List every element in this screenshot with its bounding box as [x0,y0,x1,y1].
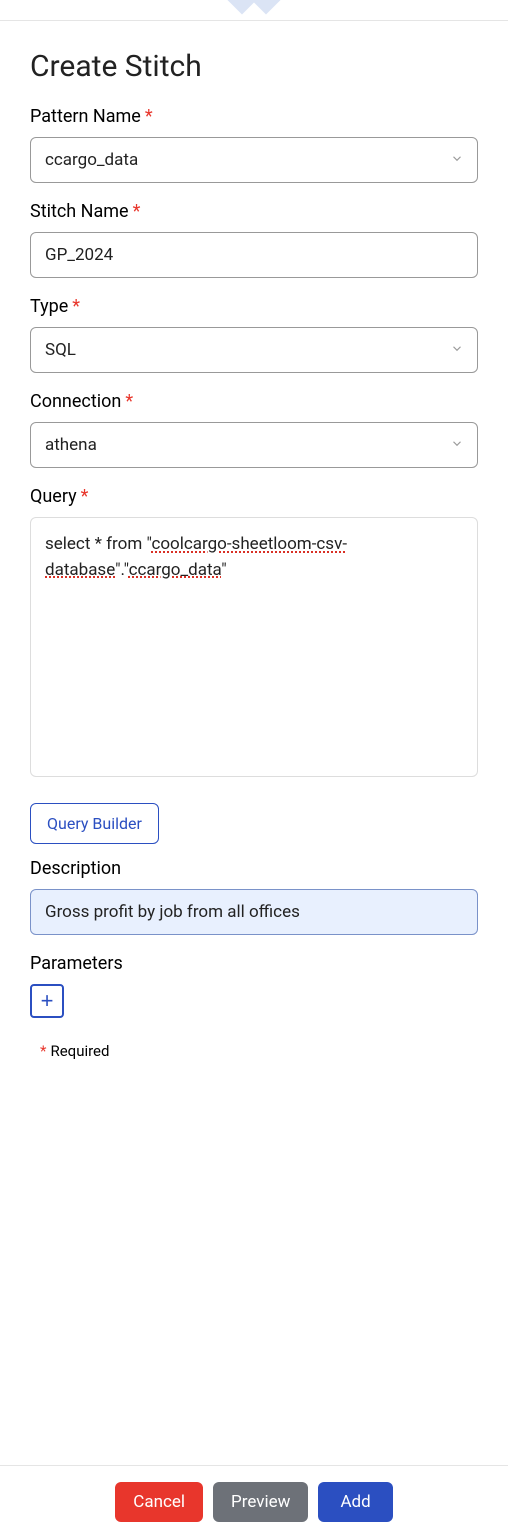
query-textarea[interactable]: select * from "coolcargo-sheetloom-csv-d… [30,517,478,777]
page-title: Create Stitch [30,49,478,84]
pattern-name-label: Pattern Name* [30,106,478,127]
connection-label: Connection* [30,391,478,412]
description-input[interactable] [30,889,478,935]
description-label: Description [30,858,478,879]
cancel-button[interactable]: Cancel [115,1482,203,1522]
add-parameter-button[interactable]: + [30,984,64,1018]
connection-select[interactable]: athena [30,422,478,468]
top-logo-decoration [0,0,508,20]
pattern-name-select[interactable]: ccargo_data [30,137,478,183]
stitch-name-label: Stitch Name* [30,201,478,222]
query-builder-button[interactable]: Query Builder [30,803,159,844]
preview-button[interactable]: Preview [213,1482,308,1522]
required-note: *Required [40,1042,478,1060]
stitch-name-input[interactable] [30,232,478,278]
parameters-label: Parameters [30,953,478,974]
query-label: Query* [30,486,478,507]
type-select[interactable]: SQL [30,327,478,373]
add-button[interactable]: Add [318,1482,392,1522]
type-label: Type* [30,296,478,317]
plus-icon: + [41,988,54,1014]
footer-actions: Cancel Preview Add [0,1465,508,1540]
